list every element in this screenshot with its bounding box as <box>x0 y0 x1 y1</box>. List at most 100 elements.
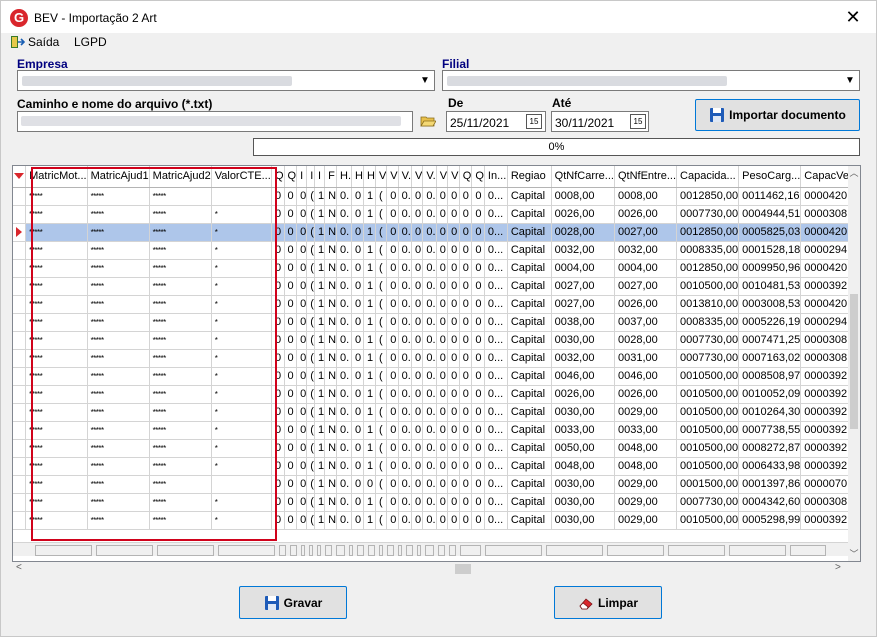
table-cell: 0029,00 <box>614 493 678 512</box>
column-header[interactable]: PesoCarg... <box>738 166 802 188</box>
table-row[interactable]: ***** ***** ***** * 0 0 0(1 N 0. 0 1(0 0. 0 0. 0 0 0 0 0..… <box>13 331 850 350</box>
horizontal-scroll-thumb[interactable] <box>455 564 471 574</box>
chevron-down-icon[interactable]: ▼ <box>416 72 433 89</box>
table-cell: 0 <box>447 295 460 314</box>
row-indicator[interactable] <box>13 439 27 458</box>
table-row[interactable]: ***** ***** ***** * 0 0 0(1 N 0. 0 1(0 0. 0 0. 0 0 0 0 0..… <box>13 223 850 242</box>
row-indicator[interactable] <box>13 385 27 404</box>
calendar-icon[interactable]: 15 <box>630 114 646 129</box>
menu-lgpd[interactable]: LGPD <box>74 35 107 49</box>
column-header[interactable]: V <box>386 166 399 188</box>
column-header[interactable]: Q <box>471 166 485 188</box>
grid-header-indicator[interactable] <box>13 166 27 188</box>
row-indicator[interactable] <box>13 493 27 512</box>
column-header[interactable]: V. <box>398 166 413 188</box>
column-header[interactable]: I <box>306 166 315 188</box>
column-header[interactable]: H <box>363 166 376 188</box>
column-header[interactable]: I <box>314 166 326 188</box>
column-header[interactable]: In... <box>484 166 508 188</box>
row-indicator[interactable] <box>13 367 27 386</box>
column-header[interactable]: MatricAjud2 <box>149 166 212 188</box>
column-header[interactable]: Q <box>271 166 285 188</box>
clear-button[interactable]: Limpar <box>554 586 662 619</box>
table-row[interactable]: ***** ***** ***** * 0 0 0(1 N 0. 0 1(0 0. 0 0. 0 0 0 0 0..… <box>13 385 850 404</box>
table-row[interactable]: ***** ***** ***** 0 0 0(1 N 0. 0 0(0 0. 0 0. 0 0 0 0 0...… <box>13 475 850 494</box>
column-header[interactable]: Q <box>284 166 298 188</box>
chevron-right-icon[interactable]: > <box>835 562 841 573</box>
vertical-scroll-thumb[interactable] <box>850 294 858 429</box>
row-indicator[interactable] <box>13 277 27 296</box>
close-button[interactable]: ✕ <box>830 1 876 33</box>
column-header[interactable]: Q <box>459 166 473 188</box>
chevron-down-icon[interactable]: ﹀ <box>848 547 860 560</box>
column-header[interactable]: H. <box>336 166 353 188</box>
vertical-scrollbar[interactable]: ︿ ﹀ <box>848 166 860 561</box>
horizontal-scrollbar[interactable]: < > <box>12 562 861 576</box>
row-indicator[interactable] <box>13 511 27 530</box>
table-row[interactable]: ***** ***** ***** * 0 0 0(1 N 0. 0 1(0 0. 0 0. 0 0 0 0 0..… <box>13 367 850 386</box>
row-indicator[interactable] <box>13 331 27 350</box>
table-row[interactable]: ***** ***** ***** * 0 0 0(1 N 0. 0 1(0 0. 0 0. 0 0 0 0 0..… <box>13 313 850 332</box>
column-header[interactable]: H <box>351 166 364 188</box>
row-indicator[interactable] <box>13 295 27 314</box>
column-header[interactable]: V. <box>422 166 437 188</box>
menu-exit[interactable]: Saída <box>28 35 59 49</box>
column-header[interactable]: V <box>375 166 388 188</box>
empresa-select[interactable]: ▼ <box>17 70 435 91</box>
table-row[interactable]: ***** ***** ***** * 0 0 0(1 N 0. 0 1(0 0. 0 0. 0 0 0 0 0..… <box>13 457 850 476</box>
row-indicator[interactable] <box>13 475 27 494</box>
column-header[interactable]: V <box>411 166 424 188</box>
column-header[interactable]: F <box>324 166 338 188</box>
folder-open-icon[interactable] <box>420 115 436 127</box>
row-indicator[interactable] <box>13 421 27 440</box>
table-row[interactable]: ***** ***** ***** * 0 0 0(1 N 0. 0 1(0 0. 0 0. 0 0 0 0 0..… <box>13 439 850 458</box>
chevron-down-icon[interactable]: ▼ <box>841 72 858 89</box>
table-row[interactable]: ***** ***** ***** * 0 0 0(1 N 0. 0 1(0 0. 0 0. 0 0 0 0 0..… <box>13 421 850 440</box>
row-indicator[interactable] <box>13 223 27 242</box>
column-header[interactable]: V <box>436 166 449 188</box>
table-row[interactable]: ***** ***** ***** 0 0 0(1 N 0. 0 1(0 0. 0 0. 0 0 0 0 0...… <box>13 187 850 206</box>
table-cell: ***** <box>25 187 88 206</box>
import-document-button[interactable]: Importar documento <box>695 99 860 131</box>
column-header[interactable]: V <box>447 166 460 188</box>
row-indicator[interactable] <box>13 205 27 224</box>
row-indicator[interactable] <box>13 187 27 206</box>
filial-select[interactable]: ▼ <box>442 70 860 91</box>
row-indicator[interactable] <box>13 259 27 278</box>
column-header[interactable]: QtNfEntre... <box>614 166 678 188</box>
calendar-icon[interactable]: 15 <box>526 114 542 129</box>
table-row[interactable]: ***** ***** ***** * 0 0 0(1 N 0. 0 1(0 0. 0 0. 0 0 0 0 0..… <box>13 295 850 314</box>
table-row[interactable]: ***** ***** ***** * 0 0 0(1 N 0. 0 1(0 0. 0 0. 0 0 0 0 0..… <box>13 349 850 368</box>
column-header[interactable]: MatricMot... <box>25 166 88 188</box>
file-path-input[interactable] <box>17 111 413 132</box>
chevron-left-icon[interactable]: < <box>16 562 22 573</box>
table-row[interactable]: ***** ***** ***** * 0 0 0(1 N 0. 0 1(0 0. 0 0. 0 0 0 0 0..… <box>13 241 850 260</box>
row-indicator[interactable] <box>13 313 27 332</box>
column-header[interactable]: MatricAjud1 <box>87 166 150 188</box>
column-header[interactable]: QtNfCarre... <box>551 166 615 188</box>
table-cell: 0 <box>271 295 285 314</box>
column-header[interactable]: ValorCTE... <box>211 166 272 188</box>
row-indicator[interactable] <box>13 349 27 368</box>
table-cell: 1 <box>363 385 376 404</box>
table-row[interactable]: ***** ***** ***** * 0 0 0(1 N 0. 0 1(0 0. 0 0. 0 0 0 0 0..… <box>13 205 850 224</box>
column-header[interactable]: CapacVe <box>800 166 850 188</box>
column-header[interactable]: I <box>296 166 308 188</box>
table-row[interactable]: ***** ***** ***** * 0 0 0(1 N 0. 0 1(0 0. 0 0. 0 0 0 0 0..… <box>13 259 850 278</box>
table-cell: 0 <box>363 475 376 494</box>
column-header[interactable]: Capacida... <box>676 166 740 188</box>
table-cell: 0 <box>271 313 285 332</box>
save-button[interactable]: Gravar <box>239 586 347 619</box>
table-cell: Capital <box>507 295 552 314</box>
data-grid[interactable]: MatricMot... MatricAjud1 MatricAjud2 ValorC… <box>12 165 861 562</box>
table-row[interactable]: ***** ***** ***** * 0 0 0(1 N 0. 0 1(0 0. 0 0. 0 0 0 0 0..… <box>13 277 850 296</box>
table-cell: 0... <box>484 259 508 278</box>
column-header[interactable]: Regiao <box>507 166 552 188</box>
row-indicator[interactable] <box>13 457 27 476</box>
table-row[interactable]: ***** ***** ***** * 0 0 0(1 N 0. 0 1(0 0. 0 0. 0 0 0 0 0..… <box>13 403 850 422</box>
table-row[interactable]: ***** ***** ***** * 0 0 0(1 N 0. 0 1(0 0. 0 0. 0 0 0 0 0..… <box>13 511 850 530</box>
row-indicator[interactable] <box>13 241 27 260</box>
row-indicator[interactable] <box>13 403 27 422</box>
table-row[interactable]: ***** ***** ***** * 0 0 0(1 N 0. 0 1(0 0. 0 0. 0 0 0 0 0..… <box>13 493 850 512</box>
chevron-up-icon[interactable]: ︿ <box>848 166 860 179</box>
